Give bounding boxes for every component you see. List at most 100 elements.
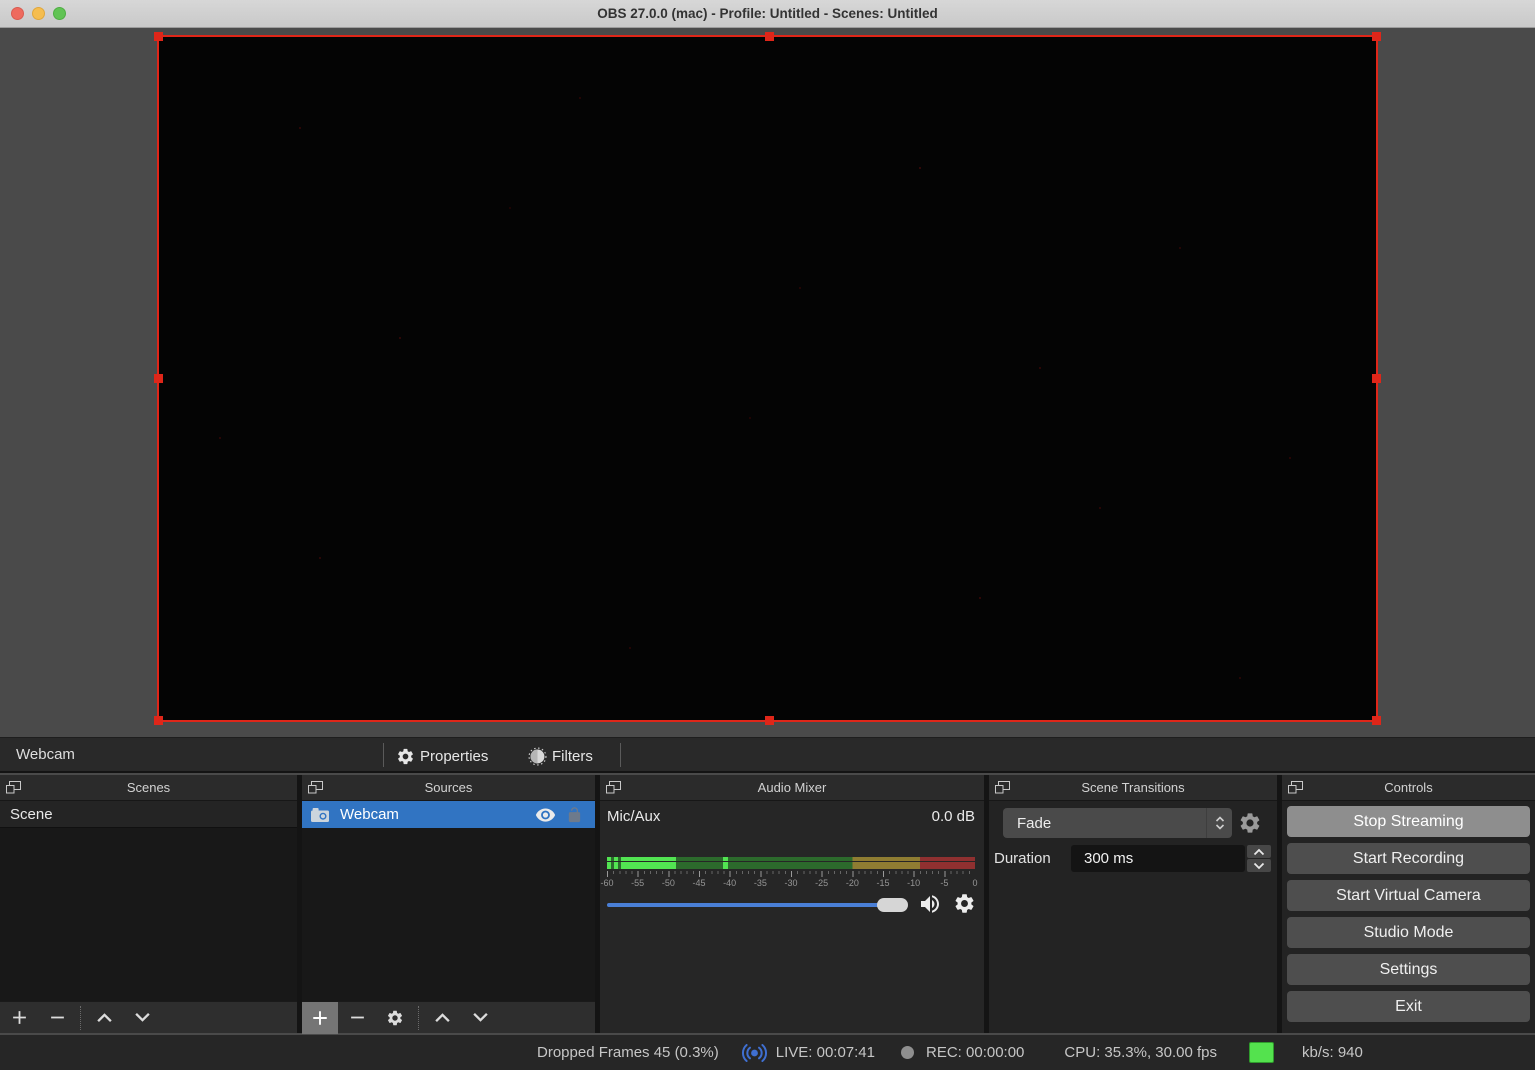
divider xyxy=(418,1006,419,1030)
stepper-down-button[interactable] xyxy=(1247,859,1271,872)
scene-transitions-panel: Scene Transitions Fade Duration 300 ms xyxy=(989,775,1277,1033)
stop-streaming-button[interactable]: Stop Streaming xyxy=(1287,806,1530,837)
gear-icon[interactable] xyxy=(1238,811,1262,835)
gear-icon[interactable] xyxy=(953,892,976,915)
audio-mixer-header: Audio Mixer xyxy=(600,775,984,801)
move-source-up-button[interactable] xyxy=(423,1002,461,1034)
stepper-up-button[interactable] xyxy=(1247,845,1271,858)
remove-source-button[interactable] xyxy=(338,1002,376,1034)
resize-handle-right[interactable] xyxy=(1372,374,1381,383)
dock-toggle-icon[interactable] xyxy=(308,781,323,794)
dropped-frames-status: Dropped Frames 45 (0.3%) xyxy=(537,1044,719,1061)
resize-handle-top-left[interactable] xyxy=(154,32,163,41)
resize-handle-top-right[interactable] xyxy=(1372,32,1381,41)
move-source-down-button[interactable] xyxy=(461,1002,499,1034)
tick-label: -50 xyxy=(662,878,675,888)
dock-toggle-icon[interactable] xyxy=(1288,781,1303,794)
transition-value: Fade xyxy=(1003,815,1206,832)
scene-list-item[interactable]: Scene xyxy=(0,801,297,828)
mixer-channel-name: Mic/Aux xyxy=(607,808,660,825)
duration-label: Duration xyxy=(994,850,1051,867)
preview-canvas[interactable] xyxy=(157,35,1378,722)
chevron-up-icon xyxy=(96,1012,113,1023)
lock-open-icon[interactable] xyxy=(566,806,583,824)
meter-tick-marks xyxy=(607,871,975,877)
divider xyxy=(383,743,384,767)
gear-icon xyxy=(396,747,415,766)
selected-source-toolbar: Webcam Properties Filters xyxy=(0,737,1535,773)
scenes-panel-title: Scenes xyxy=(127,780,170,795)
add-source-button[interactable] xyxy=(302,1002,338,1034)
select-arrows-icon xyxy=(1206,808,1232,838)
resize-handle-bottom-left[interactable] xyxy=(154,716,163,725)
move-scene-down-button[interactable] xyxy=(123,1002,161,1034)
bitrate-square-icon xyxy=(1249,1042,1274,1063)
window-controls xyxy=(11,7,66,20)
tick-label: -20 xyxy=(846,878,859,888)
bitrate-status: kb/s: 940 xyxy=(1302,1044,1363,1061)
volume-slider-handle[interactable] xyxy=(877,898,908,912)
live-time-status: LIVE: 00:07:41 xyxy=(776,1044,875,1061)
sources-panel-header: Sources xyxy=(302,775,595,801)
close-icon[interactable] xyxy=(11,7,24,20)
filter-icon xyxy=(528,747,547,766)
title-bar: OBS 27.0.0 (mac) - Profile: Untitled - S… xyxy=(0,0,1535,28)
transition-select[interactable]: Fade xyxy=(1003,808,1232,838)
minimize-icon[interactable] xyxy=(32,7,45,20)
scenes-panel: Scenes Scene xyxy=(0,775,297,1033)
rec-time-status: REC: 00:00:00 xyxy=(926,1044,1024,1061)
controls-title: Controls xyxy=(1384,780,1432,795)
tick-label: -10 xyxy=(907,878,920,888)
filters-label: Filters xyxy=(552,748,593,765)
speaker-icon[interactable] xyxy=(917,892,943,916)
add-scene-button[interactable] xyxy=(0,1002,38,1034)
properties-button[interactable]: Properties xyxy=(396,743,488,769)
audio-mixer-panel: Audio Mixer Mic/Aux 0.0 dB -60 -55 -50 -… xyxy=(600,775,984,1033)
obs-window: OBS 27.0.0 (mac) - Profile: Untitled - S… xyxy=(0,0,1535,1070)
remove-scene-button[interactable] xyxy=(38,1002,76,1034)
mixer-level-db: 0.0 dB xyxy=(932,808,975,825)
divider xyxy=(620,743,621,767)
controls-panel: Controls Stop Streaming Start Recording … xyxy=(1282,775,1535,1033)
resize-handle-top[interactable] xyxy=(765,32,774,41)
tick-label: -35 xyxy=(754,878,767,888)
source-list-item-selected[interactable]: Webcam xyxy=(302,801,595,828)
status-bar: Dropped Frames 45 (0.3%) LIVE: 00:07:41 … xyxy=(0,1035,1535,1070)
resize-handle-bottom[interactable] xyxy=(765,716,774,725)
source-properties-button[interactable] xyxy=(376,1002,414,1034)
start-virtual-camera-button[interactable]: Start Virtual Camera xyxy=(1287,880,1530,911)
meter-scale-labels: -60 -55 -50 -45 -40 -35 -30 -25 -20 -15 … xyxy=(607,878,975,889)
eye-icon[interactable] xyxy=(535,807,556,823)
sources-panel: Sources Webcam xyxy=(302,775,595,1033)
duration-stepper xyxy=(1247,845,1271,872)
dock-toggle-icon[interactable] xyxy=(995,781,1010,794)
studio-mode-button[interactable]: Studio Mode xyxy=(1287,917,1530,948)
zoom-icon[interactable] xyxy=(53,7,66,20)
scene-name: Scene xyxy=(10,806,53,823)
sources-panel-title: Sources xyxy=(425,780,473,795)
duration-value: 300 ms xyxy=(1084,850,1133,867)
scenes-toolbar xyxy=(0,1001,297,1033)
tick-label: -5 xyxy=(940,878,948,888)
duration-input[interactable]: 300 ms xyxy=(1071,845,1245,872)
dock-area: Scenes Scene Sources xyxy=(0,775,1535,1033)
window-title: OBS 27.0.0 (mac) - Profile: Untitled - S… xyxy=(597,6,938,21)
plus-icon xyxy=(11,1009,28,1026)
settings-button[interactable]: Settings xyxy=(1287,954,1530,985)
start-recording-button[interactable]: Start Recording xyxy=(1287,843,1530,874)
tick-label: -30 xyxy=(784,878,797,888)
resize-handle-left[interactable] xyxy=(154,374,163,383)
exit-button[interactable]: Exit xyxy=(1287,991,1530,1022)
dock-toggle-icon[interactable] xyxy=(6,781,21,794)
broadcast-icon xyxy=(741,1044,768,1062)
dock-toggle-icon[interactable] xyxy=(606,781,621,794)
resize-handle-bottom-right[interactable] xyxy=(1372,716,1381,725)
sources-list: Webcam xyxy=(302,801,595,1001)
minus-icon xyxy=(349,1009,366,1026)
volume-slider-fill xyxy=(607,903,879,907)
move-scene-up-button[interactable] xyxy=(85,1002,123,1034)
scenes-list: Scene xyxy=(0,801,297,1001)
filters-button[interactable]: Filters xyxy=(528,743,593,769)
scene-transitions-title: Scene Transitions xyxy=(1081,780,1184,795)
tick-label: -25 xyxy=(815,878,828,888)
